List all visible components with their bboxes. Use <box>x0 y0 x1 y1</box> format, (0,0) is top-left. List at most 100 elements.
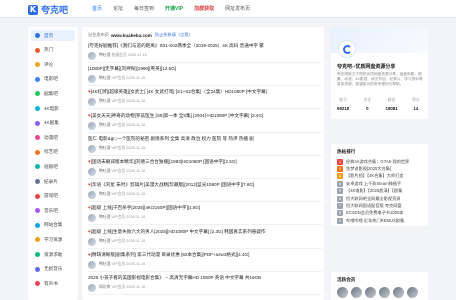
post-item[interactable]: ♥[超级 上线]生意失败六大的男人[2025][HD1080P 中文字幕] [2… <box>88 227 322 249</box>
post-item[interactable]: ♥[超级 上线]千百杀手[2025][4K/2160P][国语中字][1.8G]… <box>88 203 322 226</box>
avatar[interactable] <box>88 168 96 176</box>
hot-post-item[interactable]: 9 哔哩哔哩 近年热门REMUX剧集 <box>337 217 425 224</box>
hot-post-item[interactable]: 8 ECSDN会员免费电子书1000本 <box>337 210 425 217</box>
hot-post-item[interactable]: 1 经典3A游戏合集：GTA5-我的世界 <box>337 158 425 165</box>
member-avatar[interactable] <box>407 287 418 298</box>
post-title[interactable]: ♥[华语《刘星 朱时》剪辑片]美漫大战精[珍藏版][2012]蓝光1080P [… <box>88 182 322 188</box>
post-title[interactable]: ♥[国语未删减版本精华][刘德三合台独播][1993]HD1080P [国语中字… <box>88 159 322 165</box>
post-item[interactable]: [1080P][无字幕][刘神探][1990][粤英][12.5G] 鸭吐酒 VI… <box>88 64 322 87</box>
post-author[interactable]: 鸭吐酒 <box>99 53 110 57</box>
sidebar-item[interactable]: 4K剧集 <box>31 118 75 129</box>
nav-link[interactable]: 论坛 <box>113 5 123 13</box>
sidebar-item[interactable]: 电影吧 <box>31 74 75 85</box>
post-item[interactable]: 2025 小孩子看的美国影视电影合集》 -- 高清无字幕HD 1080P 英语 … <box>88 273 322 295</box>
nav-link[interactable]: 每日签到 <box>134 5 154 13</box>
notice-url[interactable]: www.kuakeba.com <box>111 33 152 38</box>
hot-post-item[interactable]: 2 鱼梦说影视[2025大合集] <box>337 165 425 172</box>
post-title[interactable]: 医仁 电影&gt;;一个医院的秘密 剧情系列 全集 高清 政治 权力 医院 等 … <box>88 136 322 142</box>
profile-name[interactable]: 夸克吧--优质网盘资源分享 <box>337 63 395 70</box>
post-author[interactable]: 鸭吐酒 <box>99 123 110 127</box>
sidebar-item[interactable]: 纪录片 <box>31 176 75 187</box>
avatar[interactable] <box>88 75 96 84</box>
logo-icon: K <box>28 4 38 15</box>
sidebar-item[interactable]: 有声书 <box>31 278 75 289</box>
avatar[interactable] <box>88 121 96 130</box>
avatar[interactable] <box>88 98 96 107</box>
post-title[interactable]: ♥[精缺清晰版]剧集系列] 第三代动漫 目录优惠 [52本合集][PDF+azw… <box>88 252 322 258</box>
post-item[interactable]: ♥[美女天天]神奇的动物[罗兹医生 [S8]第一季 全8集] [2004]-HD… <box>88 111 322 133</box>
post-author[interactable]: 鸭吐酒 <box>99 99 110 103</box>
post-title-text: [美女天天]神奇的动物[罗兹医生 [S8]第一季 全8集] [2004]-HD1… <box>90 112 264 118</box>
post-author[interactable]: 鸭吐酒 <box>99 239 110 243</box>
post-title[interactable]: ♥[美女天天]神奇的动物[罗兹医生 [S8]第一季 全8集] [2004]-HD… <box>88 113 322 119</box>
post-title[interactable]: ♥[4K红牌][超级英雄][女武士] [4K 女武打戏] [S1+S2合集]（全… <box>88 89 322 95</box>
nav-link[interactable]: 首页 <box>92 5 102 13</box>
avatar[interactable] <box>88 260 96 269</box>
sidebar-item[interactable]: 游戏吧 <box>31 191 75 202</box>
post-item[interactable]: 医仁 电影&gt;;一个医院的秘密 剧情系列 全集 高清 政治 权力 医院 等 … <box>88 134 322 156</box>
avatar[interactable] <box>88 284 96 292</box>
sidebar-item[interactable]: 音乐吧 <box>31 205 75 216</box>
post-date: 2025-11-16 <box>126 145 146 150</box>
post-date: 2025-11-16 <box>126 99 146 104</box>
post-item[interactable]: [夸克好剧推荐]《我们与恶的距离》S01-S02两季全（2019-2025）4K… <box>88 41 322 63</box>
sidebar-item[interactable]: 无损音乐 <box>31 264 75 275</box>
rank-badge: 9 <box>337 217 343 224</box>
sidebar-item[interactable]: 4K电影 <box>31 103 75 114</box>
post-item[interactable]: ♥[国语未删减版本精华][刘德三合台独播][1993]HD1080P [国语中字… <box>88 157 322 179</box>
post-author[interactable]: 鸭吐酒 <box>99 146 110 150</box>
anime-icon <box>35 135 40 141</box>
avatar[interactable] <box>88 144 96 153</box>
post-author[interactable]: 鸭吐酒 <box>99 76 110 80</box>
profile-stats: 帖子 99218 关注 0 粉丝 18081 积分 14 <box>331 98 428 111</box>
sidebar-item[interactable]: 评论 <box>31 59 75 70</box>
post-role: VIP会员 <box>111 169 126 173</box>
hot-post-item[interactable]: 4 安卓游戏 上千款Steam移植手 <box>337 180 425 187</box>
sidebar-item[interactable]: 资源求助 <box>31 249 75 260</box>
sidebar-item[interactable]: 动漫吧 <box>31 132 75 143</box>
nav-link[interactable]: 加群获取 <box>194 5 214 13</box>
member-avatar[interactable] <box>379 287 390 298</box>
post-title[interactable]: 2025 小孩子看的美国影视电影合集》 -- 高清无字幕HD 1080P 英语 … <box>88 275 322 281</box>
nav-link[interactable]: 开通VIP <box>165 5 183 13</box>
notice-link[interactable]: 防止失联请（点我） <box>155 32 193 38</box>
post-title[interactable]: [1080P][无字幕][刘神探][1990][粤英][12.5G] <box>88 66 322 72</box>
hot-post-item[interactable]: 6 恒大联网吧全网最全影视资源 <box>337 195 425 202</box>
sidebar-item[interactable]: 剧集吧 <box>31 88 75 99</box>
hot-post-item[interactable]: 7 恒大联网国语配音版 夸克网盘 <box>337 202 425 209</box>
post-item[interactable]: ♥[华语《刘星 朱时》剪辑片]美漫大战精[珍藏版][2012]蓝光1080P [… <box>88 180 322 203</box>
stat-label: 粉丝 <box>387 98 396 102</box>
avatar[interactable] <box>88 191 96 200</box>
post-meta: 鸭吐酒 VIP会员 2025-11-16 <box>99 123 145 128</box>
member-avatar[interactable] <box>393 287 404 298</box>
post-title[interactable]: [夸克好剧推荐]《我们与恶的距离》S01-S02两季全（2019-2025）4K… <box>88 43 322 49</box>
post-author[interactable]: 鸭吐酒 <box>99 192 110 196</box>
sidebar-item[interactable]: 综艺吧 <box>31 147 75 158</box>
post-item[interactable]: ♥[精缺清晰版]剧集系列] 第三代动漫 目录优惠 [52本合集][PDF+azw… <box>88 250 322 272</box>
stat-value: 14 <box>413 106 419 111</box>
avatar[interactable] <box>88 52 96 60</box>
member-avatar[interactable] <box>351 287 362 298</box>
sidebar-item[interactable]: 学习资源 <box>31 234 75 245</box>
sidebar-item[interactable]: 热门 <box>31 45 75 56</box>
post-author[interactable]: 鸭吐酒 <box>99 215 110 219</box>
avatar[interactable] <box>88 214 96 223</box>
hot-post-item[interactable]: 5 【4K电影】【2025超清】【剧集 <box>337 188 425 195</box>
post-author[interactable]: 知识库 <box>99 285 110 289</box>
post-author[interactable]: 鸭吐酒 <box>99 169 110 173</box>
site-logo[interactable]: K 夸克吧 <box>28 4 68 16</box>
sidebar-item-label: 音乐吧 <box>44 207 58 213</box>
sidebar-item[interactable]: 首页 <box>31 30 75 41</box>
post-title[interactable]: ♥[超级 上线]千百杀手[2025][4K/2160P][国语中字][1.8G] <box>88 205 322 211</box>
sidebar-item[interactable]: 网站合集 <box>31 220 75 231</box>
hot-post-item[interactable]: 3 【影片档】【4K合集】大师打造 <box>337 173 425 180</box>
member-avatar[interactable] <box>365 287 376 298</box>
post-author[interactable]: 鸭吐酒 <box>99 262 110 266</box>
sidebar-item[interactable]: 短剧吧 <box>31 161 75 172</box>
nav-link[interactable]: 网址发布页 <box>225 5 250 13</box>
post-item[interactable]: ♥[4K红牌][超级英雄][女武士] [4K 女武打戏] [S1+S2合集]（全… <box>88 87 322 110</box>
profile-card: 夸克吧--优质网盘资源分享 夸克吧致力于提供优质网盘资源分享，涵盖电影、剧集、动… <box>331 27 428 119</box>
member-avatar[interactable] <box>337 287 348 298</box>
post-title[interactable]: ♥[超级 上线]生意失败六大的男人[2025][HD1080P 中文字幕] [2… <box>88 229 322 235</box>
avatar[interactable] <box>88 237 96 246</box>
